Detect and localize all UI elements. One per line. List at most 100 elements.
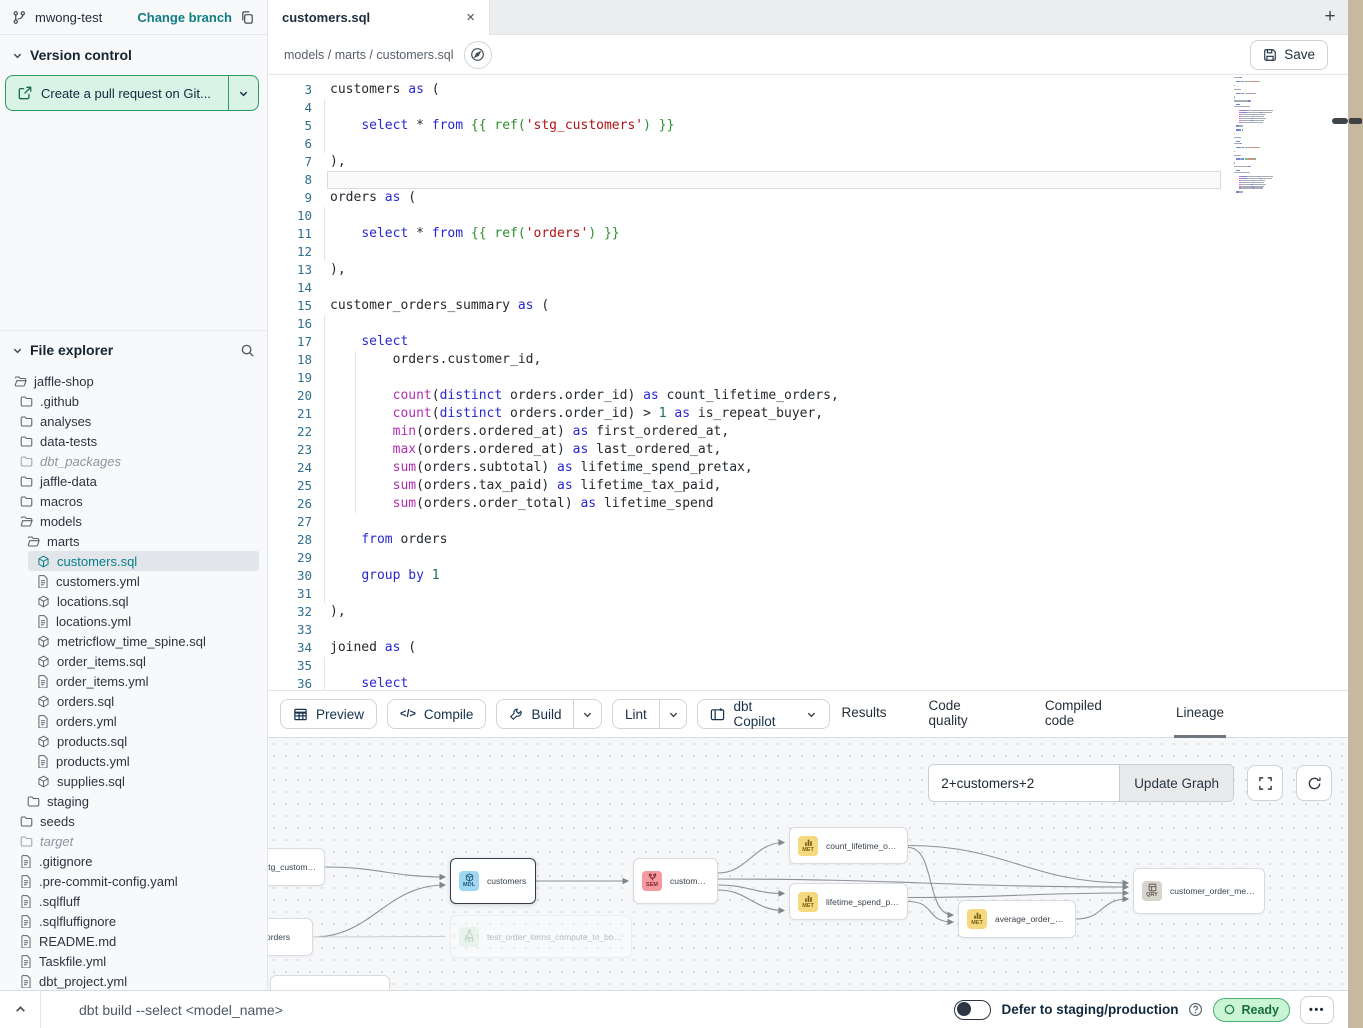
file-item--pre-commit-config-yaml[interactable]: .pre-commit-config.yaml — [0, 871, 267, 891]
build-button[interactable]: Build — [497, 700, 573, 728]
lineage-node-customers_sem[interactable]: SEMcustomers — [633, 858, 718, 904]
code-line-23: 23 max(orders.ordered_at) as last_ordere… — [268, 441, 1348, 459]
pr-dropdown-caret[interactable] — [228, 76, 258, 110]
panel-tab-compiled-code[interactable]: Compiled code — [1043, 690, 1136, 738]
file-item-data-tests[interactable]: data-tests — [0, 431, 267, 451]
lineage-node-count_lifetime_orders[interactable]: METcount_lifetime_orders — [789, 827, 908, 864]
lineage-node-test_faded[interactable]: TSTtest_order_items_compute_to_bools... — [450, 915, 632, 958]
file-item-taskfile-yml[interactable]: Taskfile.yml — [0, 951, 267, 971]
file-item-staging[interactable]: staging — [0, 791, 267, 811]
lineage-node-average_order_value[interactable]: METaverage_order_value — [958, 900, 1076, 938]
file-item-label: orders.sql — [57, 694, 114, 709]
file-item-order-items-sql[interactable]: order_items.sql — [0, 651, 267, 671]
file-item-readme-md[interactable]: README.md — [0, 931, 267, 951]
lineage-node-orders[interactable]: MDLorders — [268, 918, 313, 956]
build-dropdown-caret[interactable] — [573, 700, 601, 728]
node-label: customers — [670, 876, 709, 886]
code-line-32: 32), — [268, 603, 1348, 621]
file-item-label: order_items.yml — [56, 674, 148, 689]
lineage-node-lifetime_spend_pretax[interactable]: METlifetime_spend_pretax — [789, 883, 908, 920]
code-editor[interactable]: 3customers as (45 select * from {{ ref('… — [268, 75, 1348, 690]
new-tab-button[interactable]: + — [1312, 0, 1348, 34]
file-item-label: .sqlfluff — [39, 894, 80, 909]
dbt-copilot-button[interactable]: dbt Copilot — [697, 699, 829, 729]
file-item-analyses[interactable]: analyses — [0, 411, 267, 431]
tab-customers-sql[interactable]: customers.sql × — [268, 0, 490, 35]
file-item-order-items-yml[interactable]: order_items.yml — [0, 671, 267, 691]
command-input[interactable] — [79, 1002, 579, 1018]
line-number: 27 — [268, 513, 312, 531]
file-item--gitignore[interactable]: .gitignore — [0, 851, 267, 871]
compile-button[interactable]: </> Compile — [387, 699, 486, 729]
update-graph-button[interactable]: Update Graph — [1119, 765, 1233, 801]
file-item-dbt-project-yml[interactable]: dbt_project.yml — [0, 971, 267, 990]
code-text: customer_orders_summary as ( — [330, 297, 549, 315]
file-item-label: marts — [47, 534, 80, 549]
view-docs-icon[interactable] — [464, 41, 492, 69]
lint-button[interactable]: Lint — [613, 700, 659, 728]
file-item-locations-sql[interactable]: locations.sql — [0, 591, 267, 611]
status-badge[interactable]: Ready — [1213, 998, 1290, 1022]
lineage-selector-input[interactable] — [929, 765, 1119, 801]
file-item-orders-yml[interactable]: orders.yml — [0, 711, 267, 731]
chevron-up-icon[interactable] — [0, 1003, 40, 1016]
indent-guide — [324, 243, 325, 261]
close-icon[interactable]: × — [466, 10, 475, 25]
file-item-products-yml[interactable]: products.yml — [0, 751, 267, 771]
help-icon[interactable] — [1188, 1002, 1203, 1017]
change-branch-link[interactable]: Change branch — [137, 10, 232, 25]
code-text: sum(orders.tax_paid) as lifetime_tax_pai… — [330, 477, 721, 495]
panel-tab-lineage[interactable]: Lineage — [1174, 690, 1226, 738]
file-item-marts[interactable]: marts — [0, 531, 267, 551]
file-item-products-sql[interactable]: products.sql — [0, 731, 267, 751]
file-item-target[interactable]: target — [0, 831, 267, 851]
editor-scrollbar[interactable] — [1332, 118, 1348, 124]
search-icon[interactable] — [240, 343, 255, 358]
defer-toggle[interactable] — [954, 1000, 991, 1020]
create-pr-button[interactable]: Create a pull request on Git... — [5, 75, 259, 111]
lineage-node-customers[interactable]: MDLcustomers — [450, 858, 536, 904]
code-text: sum(orders.subtotal) as lifetime_spend_p… — [330, 459, 753, 477]
lint-dropdown-caret[interactable] — [659, 700, 687, 728]
lineage-node-stg_customers[interactable]: MDLstg_customers — [268, 848, 325, 886]
code-line-4: 4 — [268, 99, 1348, 117]
lineage-node-partial_node[interactable] — [270, 975, 390, 990]
indent-guide — [324, 387, 325, 405]
file-item-label: README.md — [39, 934, 116, 949]
folder-open-icon — [20, 515, 33, 528]
version-control-header[interactable]: Version control — [0, 35, 267, 73]
window-scrollbar-thumb[interactable] — [1349, 118, 1362, 124]
more-options-button[interactable]: ••• — [1300, 996, 1334, 1024]
file-item-supplies-sql[interactable]: supplies.sql — [0, 771, 267, 791]
code-line-34: 34joined as ( — [268, 639, 1348, 657]
file-item-label: jaffle-data — [40, 474, 97, 489]
file-item-jaffle-shop[interactable]: jaffle-shop — [0, 371, 267, 391]
folder-icon — [27, 795, 40, 808]
file-item-metricflow-time-spine-sql[interactable]: metricflow_time_spine.sql — [0, 631, 267, 651]
save-button[interactable]: Save — [1250, 40, 1328, 70]
file-item--sqlfluffignore[interactable]: .sqlfluffignore — [0, 911, 267, 931]
panel-tab-code-quality[interactable]: Code quality — [927, 690, 1005, 738]
copy-icon[interactable] — [240, 10, 255, 25]
file-item-seeds[interactable]: seeds — [0, 811, 267, 831]
panel-tab-results[interactable]: Results — [840, 690, 889, 738]
file-item--sqlfluff[interactable]: .sqlfluff — [0, 891, 267, 911]
indent-guide — [324, 531, 325, 549]
file-item-customers-sql[interactable]: customers.sql — [0, 551, 267, 571]
refresh-icon[interactable] — [1296, 765, 1332, 801]
line-number: 15 — [268, 297, 312, 315]
file-item-dbt-packages[interactable]: dbt_packages — [0, 451, 267, 471]
file-item-models[interactable]: models — [0, 511, 267, 531]
lineage-node-customer_order_metrics[interactable]: QRYcustomer_order_metrics — [1133, 868, 1265, 914]
editor-minimap[interactable] — [1234, 77, 1312, 203]
file-item-locations-yml[interactable]: locations.yml — [0, 611, 267, 631]
file-item-macros[interactable]: macros — [0, 491, 267, 511]
fullscreen-icon[interactable] — [1247, 765, 1283, 801]
file-item-orders-sql[interactable]: orders.sql — [0, 691, 267, 711]
lineage-panel[interactable]: MDLstg_customers MDLorders MDLcustomers TST… — [268, 738, 1348, 990]
file-item--github[interactable]: .github — [0, 391, 267, 411]
preview-button[interactable]: Preview — [280, 699, 377, 729]
file-item-customers-yml[interactable]: customers.yml — [0, 571, 267, 591]
code-text: min(orders.ordered_at) as first_ordered_… — [330, 423, 729, 441]
file-item-jaffle-data[interactable]: jaffle-data — [0, 471, 267, 491]
